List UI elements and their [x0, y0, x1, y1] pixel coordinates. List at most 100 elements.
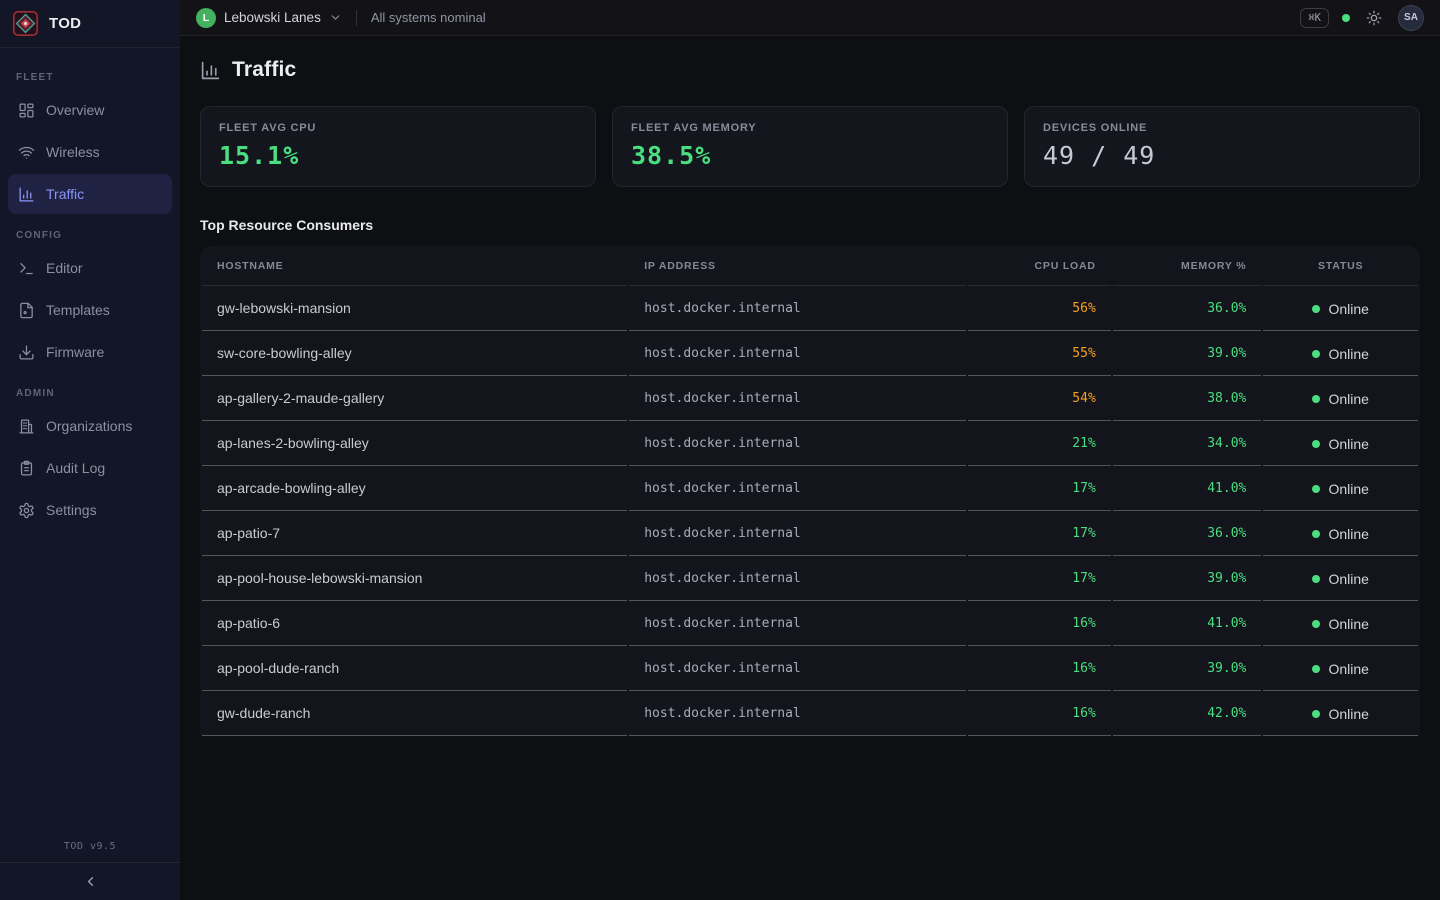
- status-cell: Online: [1263, 556, 1418, 601]
- stat-cards: FLEET AVG CPU15.1% FLEET AVG MEMORY 38.5% D…: [200, 106, 1420, 187]
- memory-cell: 36.0%: [1113, 511, 1262, 556]
- memory-cell: 42.0%: [1113, 691, 1262, 736]
- app-version: TOD v9.5: [0, 841, 180, 862]
- ip-cell: host.docker.internal: [629, 331, 966, 376]
- memory-cell: 36.0%: [1113, 286, 1262, 331]
- online-status-dot: [1312, 575, 1320, 583]
- download-icon: [18, 344, 35, 361]
- theme-toggle-button[interactable]: [1363, 7, 1385, 29]
- health-status-dot: [1342, 14, 1350, 22]
- sidebar-item-label: Editor: [46, 260, 83, 276]
- hostname-cell: ap-pool-house-lebowski-mansion: [202, 556, 627, 601]
- status-label: Online: [1328, 301, 1368, 317]
- org-name: Lebowski Lanes: [224, 10, 321, 25]
- online-status-dot: [1312, 485, 1320, 493]
- bar-chart-icon: [18, 186, 35, 203]
- ip-cell: host.docker.internal: [629, 466, 966, 511]
- status-cell: Online: [1263, 376, 1418, 421]
- online-status-dot: [1312, 530, 1320, 538]
- tod-logo-icon: [12, 10, 39, 37]
- table-row[interactable]: ap-gallery-2-maude-galleryhost.docker.in…: [202, 376, 1418, 421]
- sidebar-item-label: Templates: [46, 302, 110, 318]
- online-status-dot: [1312, 665, 1320, 673]
- table-row[interactable]: gw-dude-ranchhost.docker.internal16%42.0…: [202, 691, 1418, 736]
- table-row[interactable]: ap-pool-house-lebowski-mansionhost.docke…: [202, 556, 1418, 601]
- stat-label: FLEET AVG MEMORY: [631, 122, 989, 134]
- memory-cell: 38.0%: [1113, 376, 1262, 421]
- file-icon: [18, 302, 35, 319]
- sidebar-item-label: Wireless: [46, 144, 100, 160]
- command-palette-shortcut[interactable]: ⌘K: [1300, 8, 1329, 28]
- user-avatar[interactable]: SA: [1398, 5, 1424, 31]
- hostname-cell: ap-arcade-bowling-alley: [202, 466, 627, 511]
- org-switcher[interactable]: L Lebowski Lanes: [196, 8, 342, 28]
- stat-card-fleet-avg-cpu: FLEET AVG CPU15.1%: [200, 106, 596, 187]
- sidebar-item-label: Firmware: [46, 344, 104, 360]
- cpu-load-cell: 54%: [968, 376, 1111, 421]
- memory-cell: 41.0%: [1113, 466, 1262, 511]
- cpu-load-cell: 16%: [968, 691, 1111, 736]
- table-title: Top Resource Consumers: [200, 217, 1420, 233]
- sun-icon: [1366, 10, 1382, 26]
- sidebar-item-editor[interactable]: Editor: [8, 248, 172, 288]
- clipboard-icon: [18, 460, 35, 477]
- gear-icon: [18, 502, 35, 519]
- status-label: Online: [1328, 526, 1368, 542]
- cpu-load-cell: 21%: [968, 421, 1111, 466]
- status-label: Online: [1328, 391, 1368, 407]
- table-row[interactable]: ap-arcade-bowling-alleyhost.docker.inter…: [202, 466, 1418, 511]
- terminal-icon: [18, 260, 35, 277]
- status-label: Online: [1328, 481, 1368, 497]
- table-row[interactable]: gw-lebowski-mansionhost.docker.internal5…: [202, 286, 1418, 331]
- sidebar-item-audit-log[interactable]: Audit Log: [8, 448, 172, 488]
- topbar: L Lebowski Lanes All systems nominal ⌘K …: [180, 0, 1440, 36]
- ip-cell: host.docker.internal: [629, 376, 966, 421]
- page-title: Traffic: [232, 58, 296, 82]
- hostname-cell: gw-lebowski-mansion: [202, 286, 627, 331]
- stat-value: 49 / 49: [1043, 141, 1401, 170]
- sidebar-item-firmware[interactable]: Firmware: [8, 332, 172, 372]
- status-cell: Online: [1263, 331, 1418, 376]
- status-cell: Online: [1263, 511, 1418, 556]
- org-avatar: L: [196, 8, 216, 28]
- ip-cell: host.docker.internal: [629, 646, 966, 691]
- memory-cell: 41.0%: [1113, 601, 1262, 646]
- table-row[interactable]: ap-lanes-2-bowling-alleyhost.docker.inte…: [202, 421, 1418, 466]
- sidebar-item-wireless[interactable]: Wireless: [8, 132, 172, 172]
- status-cell: Online: [1263, 691, 1418, 736]
- table-row[interactable]: ap-patio-7host.docker.internal17%36.0%On…: [202, 511, 1418, 556]
- status-cell: Online: [1263, 646, 1418, 691]
- online-status-dot: [1312, 395, 1320, 403]
- status-label: Online: [1328, 571, 1368, 587]
- sidebar-item-templates[interactable]: Templates: [8, 290, 172, 330]
- sidebar-item-settings[interactable]: Settings: [8, 490, 172, 530]
- app-name: TOD: [49, 15, 81, 32]
- online-status-dot: [1312, 305, 1320, 313]
- ip-cell: host.docker.internal: [629, 286, 966, 331]
- table-row[interactable]: ap-patio-6host.docker.internal16%41.0%On…: [202, 601, 1418, 646]
- table-row[interactable]: sw-core-bowling-alleyhost.docker.interna…: [202, 331, 1418, 376]
- status-cell: Online: [1263, 466, 1418, 511]
- cpu-load-cell: 16%: [968, 646, 1111, 691]
- sidebar-item-label: Audit Log: [46, 460, 105, 476]
- ip-cell: host.docker.internal: [629, 511, 966, 556]
- sidebar-item-label: Settings: [46, 502, 97, 518]
- memory-cell: 39.0%: [1113, 646, 1262, 691]
- memory-cell: 39.0%: [1113, 556, 1262, 601]
- sidebar-item-organizations[interactable]: Organizations: [8, 406, 172, 446]
- app-home-link[interactable]: TOD: [0, 0, 180, 48]
- table-row[interactable]: ap-pool-dude-ranchhost.docker.internal16…: [202, 646, 1418, 691]
- sidebar-item-traffic[interactable]: Traffic: [8, 174, 172, 214]
- stat-value: 38.5%: [631, 141, 989, 170]
- sidebar-collapse-button[interactable]: [75, 867, 105, 897]
- top-consumers-table: HOSTNAMEIP ADDRESSCPU LOADMEMORY %STATUS…: [200, 246, 1420, 736]
- cpu-load-cell: 56%: [968, 286, 1111, 331]
- stat-label: DEVICES ONLINE: [1043, 122, 1401, 134]
- online-status-dot: [1312, 350, 1320, 358]
- sidebar-item-overview[interactable]: Overview: [8, 90, 172, 130]
- ip-cell: host.docker.internal: [629, 421, 966, 466]
- stat-label: FLEET AVG CPU: [219, 122, 577, 134]
- status-label: Online: [1328, 661, 1368, 677]
- column-header-ip-address: IP ADDRESS: [629, 246, 966, 286]
- sidebar-section-config: CONFIG: [16, 230, 164, 241]
